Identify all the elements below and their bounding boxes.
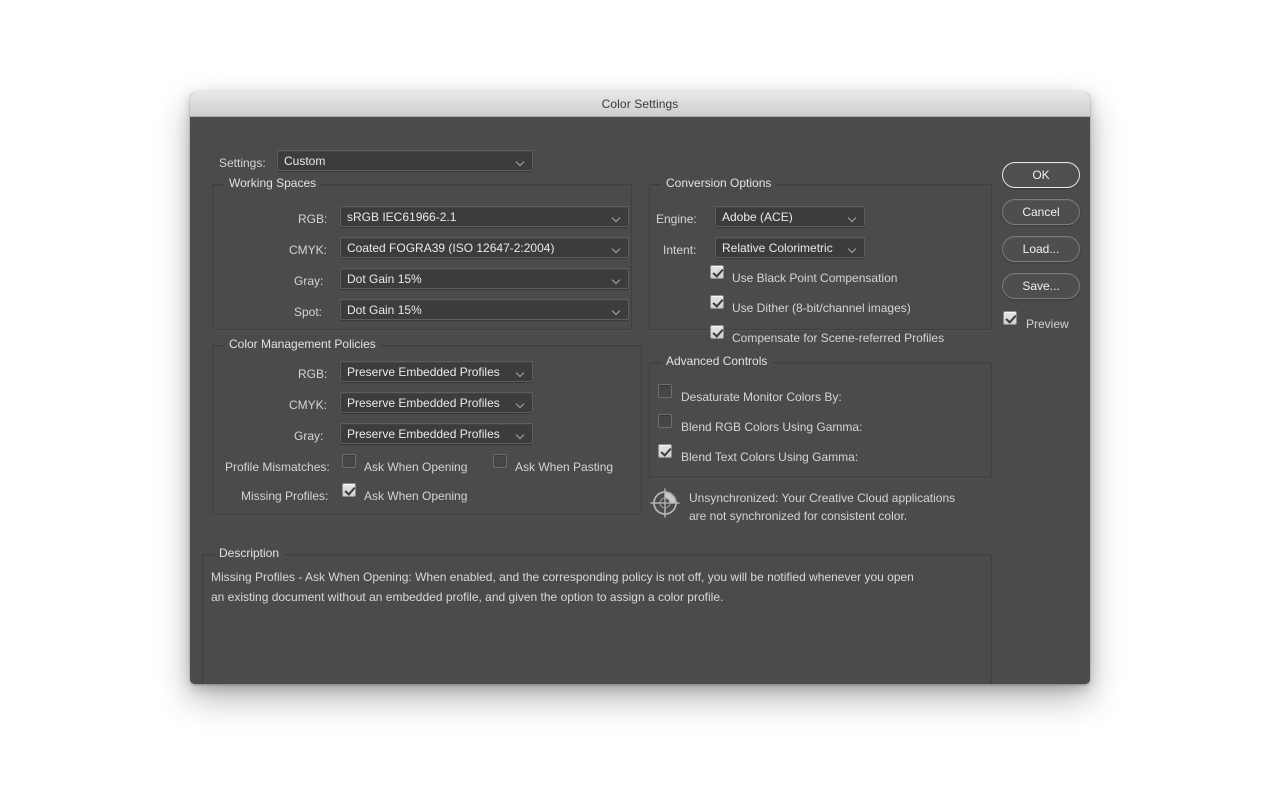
chevron-down-icon [517, 159, 526, 164]
policies-gray-value: Preserve Embedded Profiles [347, 427, 500, 440]
chevron-down-icon [517, 432, 526, 437]
working-spaces-gray-value: Dot Gain 15% [347, 272, 422, 285]
dialog-body: Settings: Custom Working Spaces RGB: sRG… [190, 117, 1090, 684]
working-spaces-rgb-label: RGB: [298, 212, 328, 226]
description-text: Missing Profiles - Ask When Opening: Whe… [211, 567, 981, 607]
chevron-down-icon [613, 308, 622, 313]
conversion-engine-dropdown[interactable]: Adobe (ACE) [715, 206, 865, 227]
color-sync-icon [649, 487, 681, 524]
policies-rgb-label: RGB: [298, 367, 328, 381]
screen-background: Color Settings Settings: Custom Working … [0, 0, 1280, 800]
working-spaces-rgb-dropdown[interactable]: sRGB IEC61966-2.1 [340, 206, 629, 227]
blend-text-colors-gamma-checkbox[interactable] [658, 444, 672, 458]
profile-mismatches-ask-when-opening-checkbox[interactable] [342, 454, 356, 468]
working-spaces-rgb-value: sRGB IEC61966-2.1 [347, 210, 457, 223]
sync-status-message: Unsynchronized: Your Creative Cloud appl… [689, 489, 989, 525]
desaturate-monitor-colors-label: Desaturate Monitor Colors By: [681, 390, 842, 404]
color-management-policies-legend: Color Management Policies [224, 338, 381, 350]
policies-cmyk-value: Preserve Embedded Profiles [347, 396, 500, 409]
compensate-scene-referred-label: Compensate for Scene-referred Profiles [732, 331, 945, 345]
desaturate-monitor-colors-checkbox[interactable] [658, 384, 672, 398]
use-black-point-compensation-label: Use Black Point Compensation [732, 271, 898, 285]
preview-checkbox[interactable] [1003, 311, 1017, 325]
compensate-scene-referred-checkbox[interactable] [710, 325, 724, 339]
use-black-point-compensation-checkbox[interactable] [710, 265, 724, 279]
cancel-button-label: Cancel [1022, 205, 1060, 219]
working-spaces-spot-dropdown[interactable]: Dot Gain 15% [340, 299, 629, 320]
load-button[interactable]: Load... [1002, 236, 1080, 262]
working-spaces-cmyk-value: Coated FOGRA39 (ISO 12647-2:2004) [347, 241, 555, 254]
profile-mismatches-label: Profile Mismatches: [225, 460, 330, 474]
working-spaces-legend: Working Spaces [224, 177, 322, 189]
description-line2: an existing document without an embedded… [211, 590, 724, 604]
policies-rgb-value: Preserve Embedded Profiles [347, 365, 500, 378]
load-button-label: Load... [1022, 242, 1060, 256]
chevron-down-icon [849, 215, 858, 220]
profile-mismatches-ask-when-pasting-checkbox[interactable] [493, 454, 507, 468]
chevron-down-icon [849, 246, 858, 251]
sync-status-line2: are not synchronized for consistent colo… [689, 509, 908, 523]
policies-gray-dropdown[interactable]: Preserve Embedded Profiles [340, 423, 533, 444]
working-spaces-cmyk-label: CMYK: [289, 243, 328, 257]
chevron-down-icon [613, 246, 622, 251]
working-spaces-spot-value: Dot Gain 15% [347, 303, 422, 316]
chevron-down-icon [517, 370, 526, 375]
policies-rgb-dropdown[interactable]: Preserve Embedded Profiles [340, 361, 533, 382]
dialog-title: Color Settings [601, 97, 679, 111]
settings-label: Settings: [219, 156, 266, 170]
working-spaces-cmyk-dropdown[interactable]: Coated FOGRA39 (ISO 12647-2:2004) [340, 237, 629, 258]
preview-label: Preview [1026, 317, 1069, 331]
conversion-engine-value: Adobe (ACE) [722, 210, 793, 223]
blend-rgb-colors-gamma-checkbox[interactable] [658, 414, 672, 428]
cancel-button[interactable]: Cancel [1002, 199, 1080, 225]
blend-text-colors-gamma-label: Blend Text Colors Using Gamma: [681, 450, 859, 464]
policies-cmyk-label: CMYK: [289, 398, 328, 412]
profile-mismatches-ask-when-opening-label: Ask When Opening [364, 460, 468, 474]
color-settings-dialog: Color Settings Settings: Custom Working … [190, 92, 1090, 684]
settings-preset-dropdown[interactable]: Custom [277, 150, 533, 171]
chevron-down-icon [613, 215, 622, 220]
description-legend: Description [214, 547, 285, 559]
use-dither-checkbox[interactable] [710, 295, 724, 309]
conversion-engine-label: Engine: [656, 212, 697, 226]
conversion-intent-value: Relative Colorimetric [722, 241, 833, 254]
sync-status-line1: Unsynchronized: Your Creative Cloud appl… [689, 491, 956, 505]
working-spaces-gray-dropdown[interactable]: Dot Gain 15% [340, 268, 629, 289]
missing-profiles-label: Missing Profiles: [241, 489, 329, 503]
conversion-intent-dropdown[interactable]: Relative Colorimetric [715, 237, 865, 258]
policies-cmyk-dropdown[interactable]: Preserve Embedded Profiles [340, 392, 533, 413]
profile-mismatches-ask-when-pasting-label: Ask When Pasting [515, 460, 614, 474]
chevron-down-icon [517, 401, 526, 406]
ok-button[interactable]: OK [1002, 162, 1080, 188]
missing-profiles-ask-when-opening-label: Ask When Opening [364, 489, 468, 503]
missing-profiles-ask-when-opening-checkbox[interactable] [342, 483, 356, 497]
save-button-label: Save... [1022, 279, 1060, 293]
use-dither-label: Use Dither (8-bit/channel images) [732, 301, 911, 315]
save-button[interactable]: Save... [1002, 273, 1080, 299]
working-spaces-spot-label: Spot: [294, 305, 323, 319]
advanced-controls-legend: Advanced Controls [661, 355, 773, 367]
ok-button-label: OK [1032, 168, 1050, 182]
description-line1: Missing Profiles - Ask When Opening: Whe… [211, 570, 914, 584]
policies-gray-label: Gray: [294, 429, 324, 443]
blend-rgb-colors-gamma-label: Blend RGB Colors Using Gamma: [681, 420, 863, 434]
dialog-titlebar[interactable]: Color Settings [190, 92, 1090, 117]
working-spaces-gray-label: Gray: [294, 274, 324, 288]
settings-preset-value: Custom [284, 154, 326, 167]
conversion-options-legend: Conversion Options [661, 177, 777, 189]
chevron-down-icon [613, 277, 622, 282]
conversion-intent-label: Intent: [663, 243, 697, 257]
